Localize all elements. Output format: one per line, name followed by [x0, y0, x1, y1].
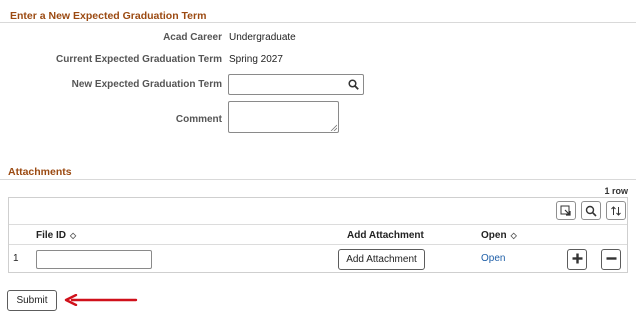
acad-career-value: Undergraduate: [229, 32, 296, 43]
plus-icon: [572, 253, 583, 267]
grid-header-divider-top: [9, 224, 627, 225]
grid-search-icon[interactable]: [581, 201, 601, 220]
form-title: Enter a New Expected Graduation Term: [10, 10, 207, 22]
column-header-file-id-label: File ID: [36, 230, 67, 241]
resize-handle-icon[interactable]: [330, 124, 337, 131]
column-header-open-label: Open: [481, 230, 507, 241]
attachments-title: Attachments: [8, 166, 72, 178]
sort-icon[interactable]: [606, 201, 626, 220]
red-arrow-annotation: [64, 293, 138, 309]
current-term-value: Spring 2027: [229, 54, 283, 65]
column-header-add-attachment: Add Attachment: [347, 230, 424, 241]
sort-toggle-icon: ◇: [70, 231, 77, 240]
search-icon[interactable]: [348, 79, 359, 93]
acad-career-label: Acad Career: [163, 32, 222, 43]
attachments-grid: File ID ◇ Add Attachment Open ◇ 1 Add Atta…: [8, 197, 628, 273]
add-row-button[interactable]: [567, 249, 587, 270]
delete-row-button[interactable]: [601, 249, 621, 270]
sort-toggle-icon: ◇: [510, 231, 517, 240]
column-header-file-id[interactable]: File ID ◇: [36, 230, 76, 241]
minus-icon: [606, 253, 617, 267]
new-term-input[interactable]: [228, 74, 364, 95]
export-icon[interactable]: [556, 201, 576, 220]
submit-button[interactable]: Submit: [7, 290, 57, 311]
new-term-label: New Expected Graduation Term: [71, 79, 222, 90]
add-attachment-button[interactable]: Add Attachment: [338, 249, 425, 270]
comment-label: Comment: [175, 114, 222, 125]
open-link[interactable]: Open: [481, 253, 505, 264]
file-id-input[interactable]: [36, 250, 152, 269]
row-count: 1 row: [604, 186, 628, 196]
comment-textarea[interactable]: [228, 101, 339, 133]
table-row: 1 Add Attachment Open: [9, 245, 627, 272]
title-divider: [0, 22, 636, 23]
current-term-label: Current Expected Graduation Term: [56, 54, 222, 65]
attachments-divider: [0, 179, 636, 180]
row-number: 1: [13, 253, 19, 264]
column-header-open[interactable]: Open ◇: [481, 230, 517, 241]
